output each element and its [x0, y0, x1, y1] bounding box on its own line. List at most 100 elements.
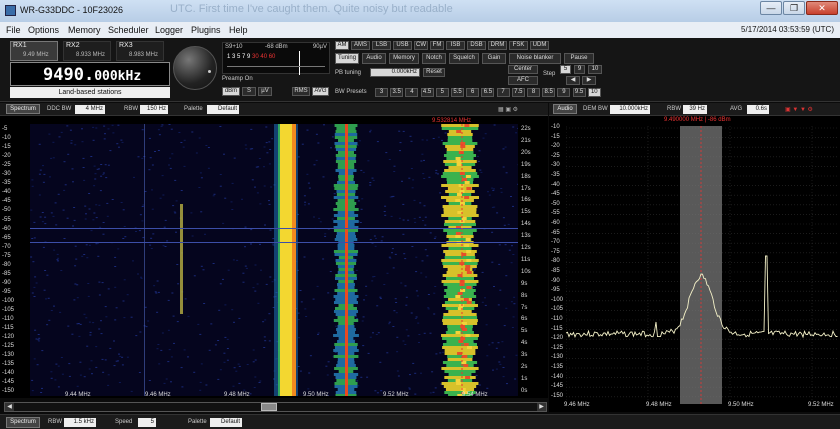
- mode-fsk-button[interactable]: FSK: [509, 41, 528, 50]
- waterfall-noise: [74, 265, 77, 267]
- step-5-button[interactable]: 5: [560, 65, 571, 74]
- bottom-rbw-select[interactable]: 1.5 kHz: [64, 418, 96, 427]
- rx-tab-2[interactable]: RX2 8.933 MHz: [63, 41, 111, 61]
- scroll-left-icon[interactable]: ◀: [5, 403, 14, 411]
- waterfall-noise: [392, 326, 395, 327]
- waterfall-noise: [497, 342, 500, 344]
- pb-tuning-value[interactable]: 0.000kHz: [370, 68, 420, 77]
- step-9-button[interactable]: 9: [574, 65, 585, 74]
- frequency-display[interactable]: 9490.000kHz: [10, 62, 170, 86]
- bw-preset-5-5-button[interactable]: 5.5: [451, 88, 464, 97]
- waterfall-noise: [500, 188, 503, 189]
- bw-preset-9-button[interactable]: 9: [557, 88, 571, 97]
- mode-ams-button[interactable]: AMS: [351, 41, 370, 50]
- bw-preset-6-5-button[interactable]: 6.5: [481, 88, 495, 97]
- waterfall-noise: [86, 345, 89, 347]
- waterfall-display[interactable]: [30, 124, 518, 396]
- bw-preset-7-5-button[interactable]: 7.5: [511, 88, 525, 97]
- audio-spectrum-plot[interactable]: [566, 126, 838, 404]
- bottom-palette-select[interactable]: Default: [210, 418, 242, 427]
- mode-lsb-button[interactable]: LSB: [372, 41, 391, 50]
- mode-dsb-button[interactable]: DSB: [467, 41, 486, 50]
- station-label[interactable]: Land-based stations: [10, 87, 170, 98]
- mode-usb-button[interactable]: USB: [393, 41, 412, 50]
- avg-button[interactable]: AVG: [312, 87, 329, 96]
- tab-audio[interactable]: Audio: [362, 53, 386, 64]
- waterfall-panel[interactable]: -5 -10 -15 -20 -25 -30 -35 -40 -45 -50 -55 -60 -65 -7…: [0, 116, 548, 398]
- bw-preset-10-button[interactable]: 10: [587, 88, 601, 97]
- menu-plugins[interactable]: Plugins: [191, 25, 221, 35]
- step-right-icon[interactable]: ▶: [582, 76, 596, 85]
- unit-uv-button[interactable]: µV: [258, 87, 272, 96]
- waterfall-noise: [85, 244, 88, 246]
- mode-drm-button[interactable]: DRM: [488, 41, 507, 50]
- spectrum-mode-button[interactable]: Spectrum: [6, 104, 40, 114]
- bottom-spectrum-button[interactable]: Spectrum: [6, 417, 40, 428]
- scroll-right-icon[interactable]: ▶: [537, 403, 546, 411]
- waterfall-scrollbar[interactable]: ◀ ▶: [4, 402, 547, 412]
- unit-dbm-button[interactable]: dBm: [222, 87, 240, 96]
- mode-am-button[interactable]: AM: [335, 41, 349, 50]
- spectrum-tools-icon[interactable]: ▦ ▣ ⚙: [498, 106, 518, 113]
- tab-squelch[interactable]: Squelch: [449, 53, 479, 64]
- tab-tuning[interactable]: Tuning: [335, 53, 359, 64]
- bw-preset-3-5-button[interactable]: 3.5: [390, 88, 404, 97]
- waterfall-noise: [299, 370, 302, 372]
- avg-select[interactable]: 0.6s: [747, 105, 769, 114]
- rx-tab-3[interactable]: RX3 8.983 MHz: [116, 41, 164, 61]
- bw-preset-5-button[interactable]: 5: [435, 88, 449, 97]
- bw-preset-7-button[interactable]: 7: [496, 88, 510, 97]
- mode-fm-button[interactable]: FM: [430, 41, 444, 50]
- waterfall-noise: [441, 139, 443, 141]
- bw-preset-9-5-button[interactable]: 9.5: [572, 88, 586, 97]
- tab-pause[interactable]: Pause: [564, 53, 594, 64]
- audio-mode-button[interactable]: Audio: [553, 104, 577, 114]
- palette-select[interactable]: Default: [207, 105, 239, 114]
- menu-scheduler[interactable]: Scheduler: [108, 25, 149, 35]
- waterfall-noise: [308, 187, 311, 189]
- waterfall-noise: [170, 381, 172, 383]
- bw-preset-4-5-button[interactable]: 4.5: [420, 88, 434, 97]
- step-10-button[interactable]: 10: [588, 65, 602, 74]
- tab-notch[interactable]: Notch: [422, 53, 446, 64]
- rms-button[interactable]: RMS: [292, 87, 310, 96]
- tab-memory[interactable]: Memory: [389, 53, 419, 64]
- tab-gain[interactable]: Gain: [482, 53, 506, 64]
- step-left-icon[interactable]: ◀: [566, 76, 580, 85]
- tab-noise-blanker[interactable]: Noise blanker: [509, 53, 561, 64]
- bw-preset-8-button[interactable]: 8: [527, 88, 540, 97]
- tuning-knob[interactable]: [173, 46, 217, 90]
- ddc-bw-select[interactable]: 4 MHz: [75, 105, 105, 114]
- rx-tab-1[interactable]: RX1 9.49 MHz: [10, 41, 58, 61]
- speed-select[interactable]: 5: [138, 418, 156, 427]
- center-button[interactable]: Center: [508, 65, 538, 74]
- audio-spectrum-panel[interactable]: -10 -15 -20 -25 -30 -35 -40 -45 -50 -55 -60 -65 -70 -…: [549, 116, 840, 412]
- afc-button[interactable]: AFC: [508, 76, 538, 85]
- audio-tools-icon[interactable]: ▣ ▼ ▼ ⚙: [785, 106, 813, 113]
- reset-button[interactable]: Reset: [423, 68, 445, 77]
- scroll-thumb[interactable]: [261, 403, 277, 411]
- audio-rbw-select[interactable]: 39 Hz: [683, 105, 707, 114]
- close-button[interactable]: ✕: [806, 1, 838, 15]
- menu-help[interactable]: Help: [229, 25, 248, 35]
- rbw-select[interactable]: 150 Hz: [140, 105, 168, 114]
- menu-memory[interactable]: Memory: [68, 25, 101, 35]
- mode-isb-button[interactable]: ISB: [446, 41, 465, 50]
- bw-preset-6-button[interactable]: 6: [466, 88, 480, 97]
- menu-logger[interactable]: Logger: [155, 25, 183, 35]
- menu-options[interactable]: Options: [28, 25, 59, 35]
- waterfall-noise: [331, 136, 334, 138]
- maximize-button[interactable]: ❐: [783, 1, 805, 15]
- waterfall-noise: [367, 352, 370, 354]
- bw-preset-4-button[interactable]: 4: [405, 88, 419, 97]
- dem-bw-select[interactable]: 10.000kHz: [610, 105, 650, 114]
- minimize-button[interactable]: —: [760, 1, 782, 15]
- bw-preset-8-5-button[interactable]: 8.5: [542, 88, 556, 97]
- mode-udm-button[interactable]: UDM: [530, 41, 549, 50]
- station-hot: [465, 238, 471, 241]
- bw-preset-3-button[interactable]: 3: [375, 88, 388, 97]
- menu-file[interactable]: File: [6, 25, 21, 35]
- mode-cw-button[interactable]: CW: [414, 41, 428, 50]
- waterfall-noise: [117, 124, 120, 126]
- unit-s-button[interactable]: S: [242, 87, 256, 96]
